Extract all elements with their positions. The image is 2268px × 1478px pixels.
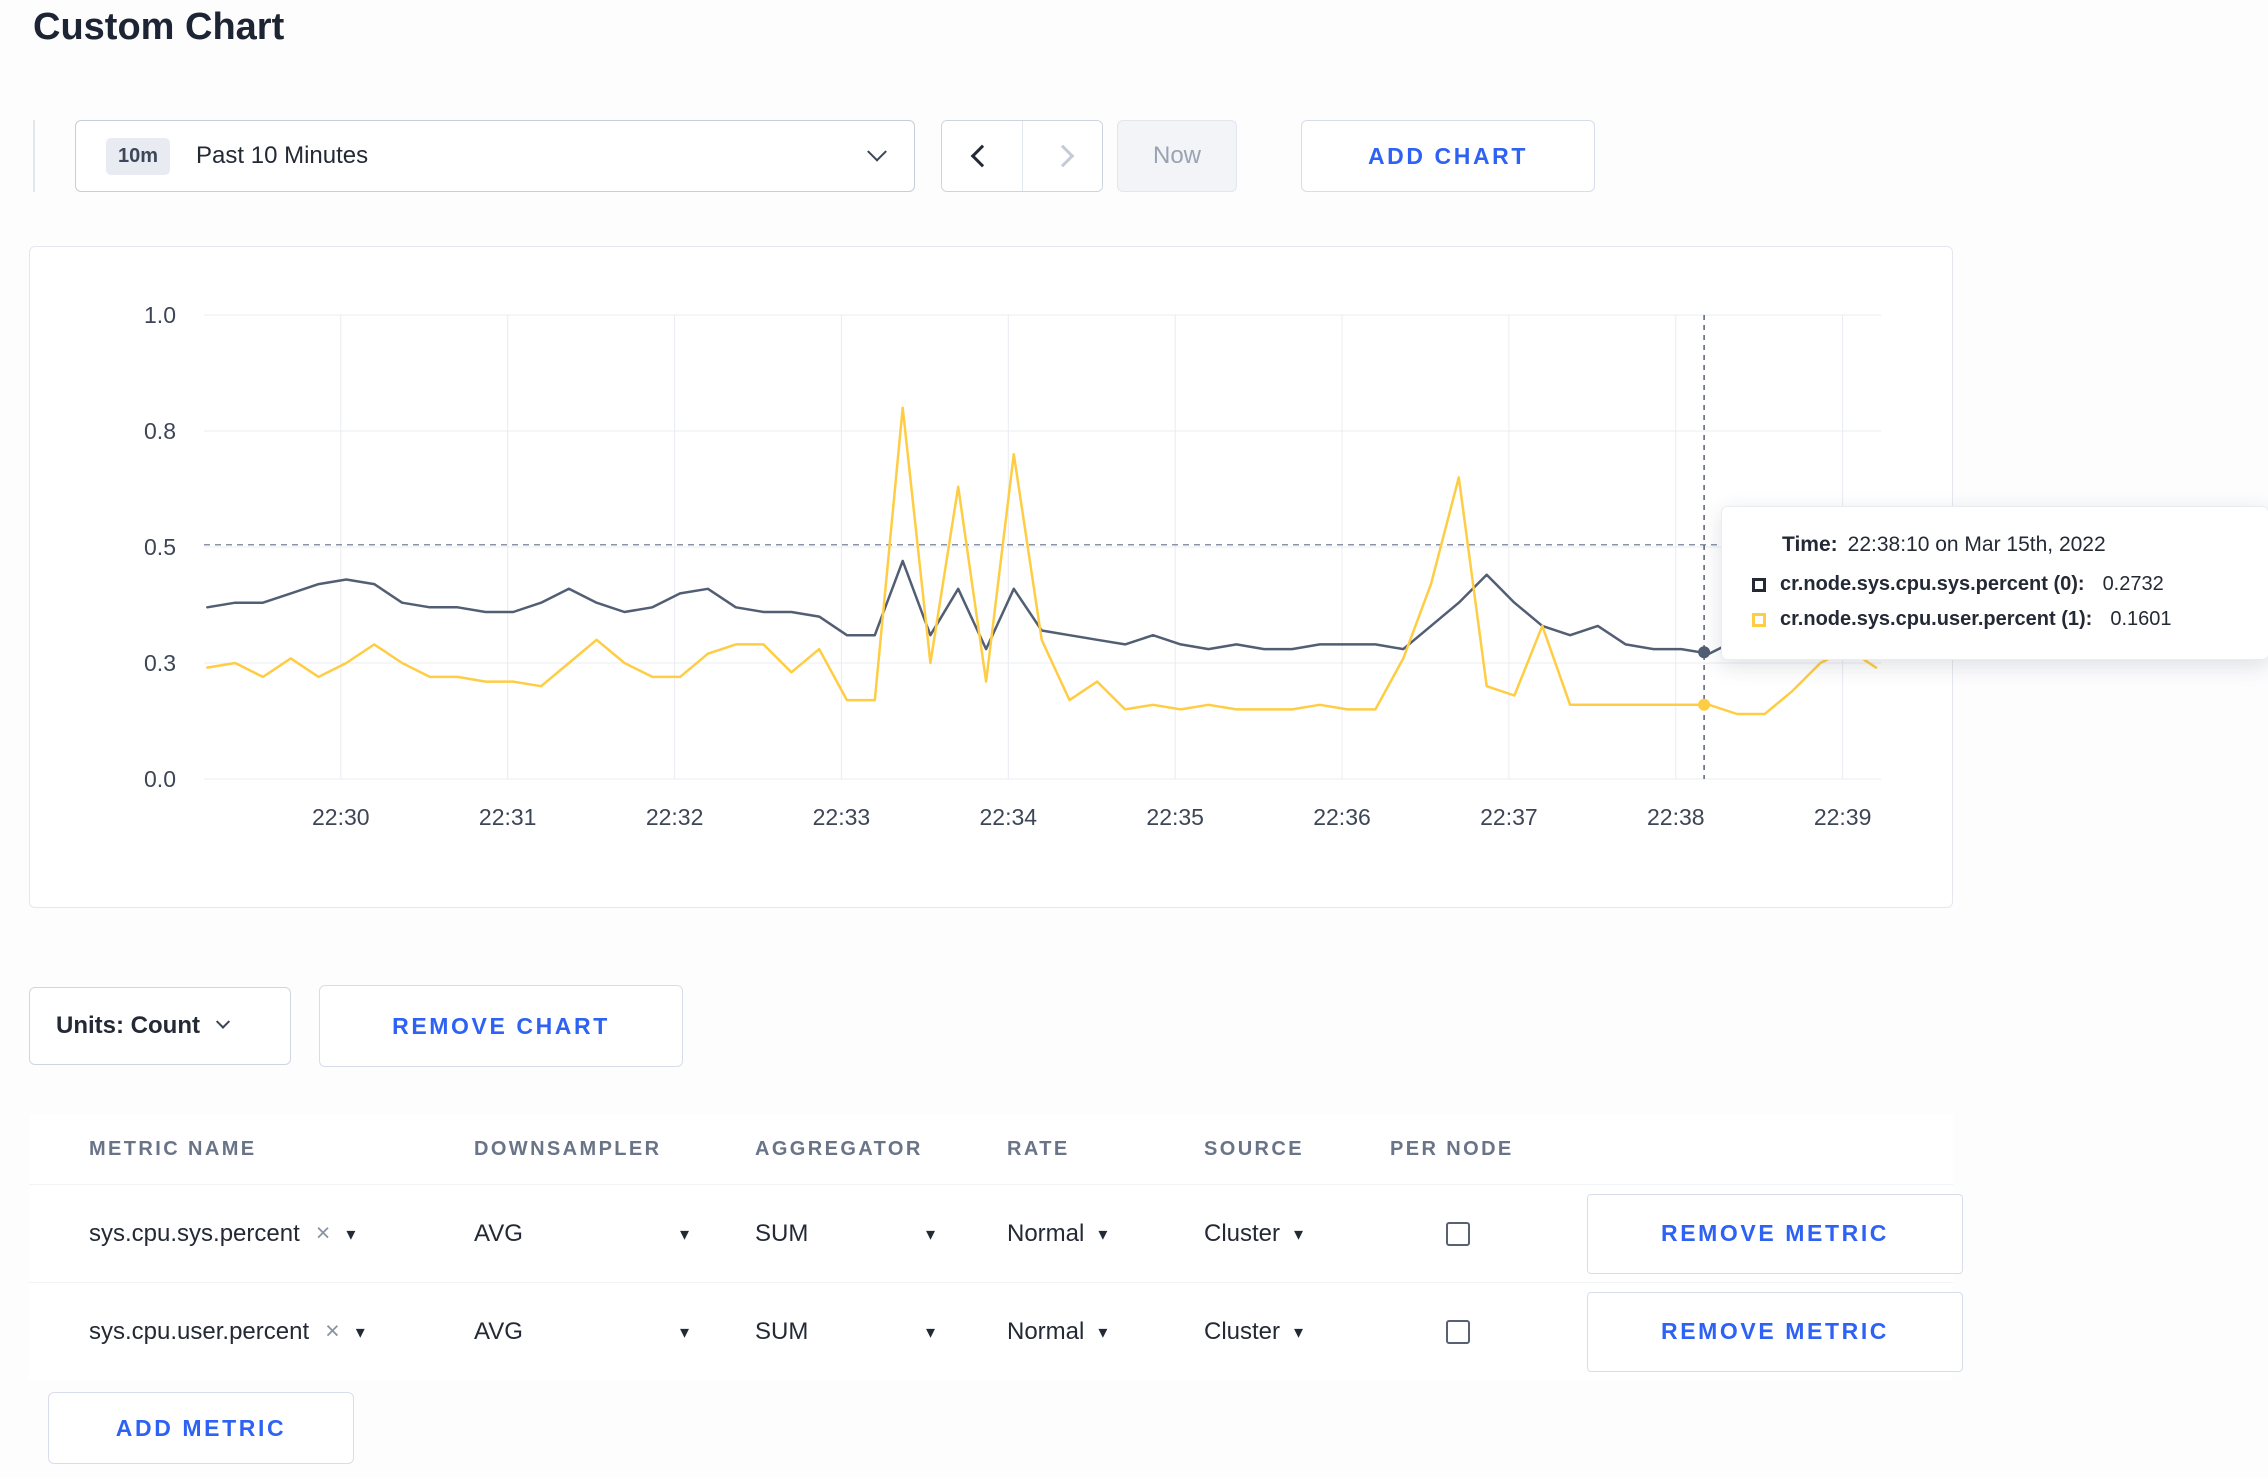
tooltip-series-name: cr.node.sys.cpu.user.percent (1):: [1780, 608, 2093, 630]
add-metric-button[interactable]: ADD METRIC: [48, 1392, 354, 1464]
caret-down-icon: ▾: [1098, 1321, 1108, 1342]
source-value: Cluster: [1204, 1317, 1281, 1345]
remove-metric-button[interactable]: REMOVE METRIC: [1587, 1291, 1963, 1372]
caret-down-icon: ▾: [925, 1223, 935, 1244]
time-pager: [941, 120, 1103, 192]
source-value: Cluster: [1204, 1219, 1281, 1247]
chevron-right-icon: [1051, 144, 1074, 168]
aggregator-select[interactable]: SUM ▾: [755, 1220, 935, 1248]
downsampler-select[interactable]: AVG ▾: [474, 1318, 689, 1346]
metric-name-label: sys.cpu.sys.percent: [89, 1219, 300, 1247]
page-title: Custom Chart: [33, 6, 285, 48]
svg-text:0.0: 0.0: [144, 766, 176, 792]
column-header: SOURCE: [1204, 1137, 1304, 1160]
chevron-down-icon: [215, 1014, 231, 1029]
chevron-left-icon: [970, 144, 994, 168]
svg-text:22:32: 22:32: [646, 804, 704, 830]
chart-tooltip: Time: 22:38:10 on Mar 15th, 2022 cr.node.…: [1721, 506, 2268, 660]
clear-icon[interactable]: ×: [316, 1221, 331, 1246]
column-header: RATE: [1007, 1137, 1070, 1160]
caret-down-icon: ▾: [679, 1321, 689, 1342]
source-select[interactable]: Cluster ▾: [1204, 1220, 1303, 1248]
svg-text:22:31: 22:31: [479, 804, 537, 830]
table-row: sys.cpu.user.percent × ▾ AVG ▾ SUM ▾ Nor…: [29, 1282, 1963, 1380]
tooltip-series-value: 0.2732: [2102, 573, 2164, 595]
add-chart-button[interactable]: ADD CHART: [1301, 120, 1595, 192]
tooltip-swatch: [1752, 612, 1766, 627]
units-select[interactable]: Units: Count: [29, 987, 291, 1065]
aggregator-value: SUM: [755, 1219, 809, 1247]
rate-value: Normal: [1007, 1317, 1085, 1345]
tooltip-series-name: cr.node.sys.cpu.sys.percent (0):: [1780, 573, 2085, 595]
toolbar-divider: [33, 120, 35, 192]
svg-text:22:33: 22:33: [813, 804, 871, 830]
caret-down-icon: ▾: [355, 1321, 365, 1342]
svg-text:0.5: 0.5: [144, 534, 176, 560]
tooltip-series-row: cr.node.sys.cpu.sys.percent (0): 0.2732: [1752, 573, 2238, 596]
prev-time-button[interactable]: [942, 121, 1022, 191]
column-header: PER NODE: [1390, 1137, 1514, 1160]
svg-text:22:37: 22:37: [1480, 804, 1538, 830]
units-bar: Units: Count REMOVE CHART: [29, 985, 683, 1067]
aggregator-select[interactable]: SUM ▾: [755, 1318, 935, 1346]
tooltip-time: Time: 22:38:10 on Mar 15th, 2022: [1782, 533, 2238, 557]
caret-down-icon: ▾: [1294, 1223, 1304, 1244]
svg-text:22:38: 22:38: [1647, 804, 1705, 830]
svg-text:22:34: 22:34: [980, 804, 1038, 830]
svg-text:22:36: 22:36: [1313, 804, 1371, 830]
units-label: Units: Count: [56, 1012, 200, 1039]
column-header: AGGREGATOR: [755, 1137, 923, 1160]
metrics-table-header: METRIC NAME DOWNSAMPLER AGGREGATOR RATE …: [29, 1114, 1953, 1184]
remove-metric-button[interactable]: REMOVE METRIC: [1587, 1193, 1963, 1274]
time-range-badge: 10m: [106, 137, 171, 175]
metric-name-select[interactable]: sys.cpu.user.percent × ▾: [29, 1318, 365, 1346]
per-node-checkbox[interactable]: [1446, 1221, 1470, 1246]
column-header: METRIC NAME: [89, 1137, 257, 1160]
rate-select[interactable]: Normal ▾: [1007, 1220, 1107, 1248]
svg-text:22:30: 22:30: [312, 804, 370, 830]
rate-select[interactable]: Normal ▾: [1007, 1318, 1107, 1346]
metric-name-label: sys.cpu.user.percent: [89, 1317, 310, 1345]
remove-chart-button[interactable]: REMOVE CHART: [319, 985, 683, 1067]
tooltip-series-value: 0.1601: [2110, 608, 2172, 630]
table-row: sys.cpu.sys.percent × ▾ AVG ▾ SUM ▾ Norm…: [29, 1184, 1963, 1282]
svg-text:0.8: 0.8: [144, 418, 176, 444]
downsampler-value: AVG: [474, 1219, 523, 1247]
svg-text:22:39: 22:39: [1814, 804, 1872, 830]
tooltip-swatch: [1752, 577, 1766, 592]
rate-value: Normal: [1007, 1219, 1085, 1247]
downsampler-select[interactable]: AVG ▾: [474, 1220, 689, 1248]
time-range-select[interactable]: 10m Past 10 Minutes: [75, 120, 915, 192]
column-header: DOWNSAMPLER: [474, 1137, 662, 1160]
tooltip-time-label: Time:: [1782, 533, 1838, 556]
chart-svg[interactable]: 0.0 0.3 0.5 0.8 1.0 22:30 22:31 22:32 22:33 22:34…: [30, 247, 1954, 907]
toolbar: 10m Past 10 Minutes Now ADD CHART: [33, 120, 1595, 192]
chart-card: 0.0 0.3 0.5 0.8 1.0 22:30 22:31 22:32 22:33 22:34…: [29, 246, 1953, 908]
per-node-checkbox[interactable]: [1446, 1319, 1470, 1344]
tooltip-time-value: 22:38:10 on Mar 15th, 2022: [1847, 533, 2106, 556]
metrics-table: METRIC NAME DOWNSAMPLER AGGREGATOR RATE …: [29, 1114, 1963, 1380]
svg-text:1.0: 1.0: [144, 302, 176, 328]
aggregator-value: SUM: [755, 1317, 809, 1345]
caret-down-icon: ▾: [925, 1321, 935, 1342]
caret-down-icon: ▾: [1294, 1321, 1304, 1342]
chevron-down-icon: [867, 141, 887, 162]
clear-icon[interactable]: ×: [325, 1319, 340, 1344]
caret-down-icon: ▾: [346, 1223, 356, 1244]
svg-text:22:35: 22:35: [1146, 804, 1204, 830]
downsampler-value: AVG: [474, 1317, 523, 1345]
tooltip-series-row: cr.node.sys.cpu.user.percent (1): 0.1601: [1752, 608, 2238, 631]
caret-down-icon: ▾: [1098, 1223, 1108, 1244]
svg-text:0.3: 0.3: [144, 650, 176, 676]
next-time-button[interactable]: [1022, 121, 1102, 191]
caret-down-icon: ▾: [679, 1223, 689, 1244]
time-range-label: Past 10 Minutes: [196, 142, 369, 169]
metric-name-select[interactable]: sys.cpu.sys.percent × ▾: [29, 1220, 355, 1248]
now-button[interactable]: Now: [1117, 120, 1237, 192]
source-select[interactable]: Cluster ▾: [1204, 1318, 1303, 1346]
